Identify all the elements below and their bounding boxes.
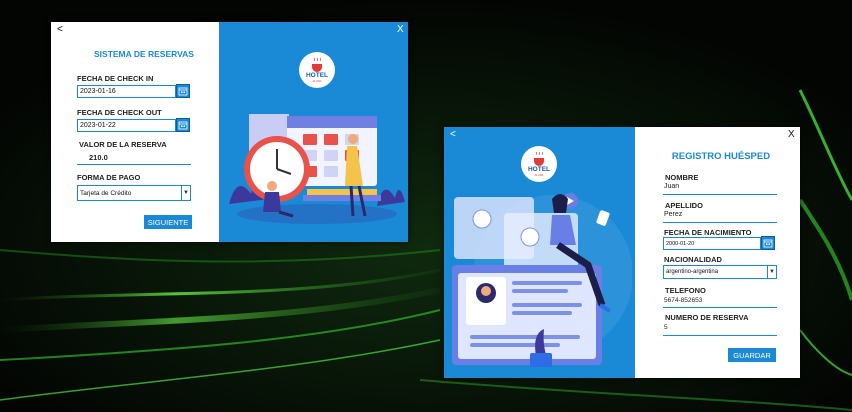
svg-text:ALURA: ALURA [535,173,544,177]
back-button[interactable]: < [57,25,63,35]
pago-label: FORMA DE PAGO [77,173,141,182]
hotel-logo-icon: HOTEL ALURA [299,52,335,88]
nombre-value[interactable]: Juan [664,183,679,190]
valor-underline [77,164,191,165]
nombre-label: NOMBRE [665,173,699,182]
apellido-underline [663,222,777,223]
svg-text:ALURA: ALURA [313,79,322,83]
checkin-field[interactable]: 2023-01-16 [77,85,176,98]
checkout-label: FECHA DE CHECK OUT [77,108,162,117]
nacimiento-label: FECHA DE NACIMIENTO [664,228,752,237]
calendar-icon [178,121,188,130]
clock-calendar-illustration [229,114,405,224]
nombre-underline [663,194,777,195]
calendar-icon [178,87,188,96]
logo-text: HOTEL [528,166,550,173]
hotel-logo-icon: HOTEL ALURA [521,146,557,182]
dropdown-arrow-icon[interactable]: ▼ [181,186,190,200]
valor-label: VALOR DE LA RESERVA [79,140,167,149]
nacimiento-calendar-button[interactable] [761,236,775,250]
checkin-calendar-button[interactable] [176,84,190,98]
save-button[interactable]: GUARDAR [728,348,776,362]
next-button[interactable]: SIGUIENTE [144,215,192,229]
telefono-underline [663,307,777,308]
checkin-label: FECHA DE CHECK IN [77,74,154,83]
logo-text: HOTEL [306,72,328,79]
back-button[interactable]: < [450,130,456,140]
profile-cards-illustration [452,193,632,367]
dropdown-arrow-icon[interactable]: ▼ [767,266,776,278]
nacionalidad-select[interactable]: argentino-argentina ▼ [663,265,777,279]
page-title: SISTEMA DE RESERVAS [94,49,194,59]
telefono-value[interactable]: 5674-852653 [664,297,702,304]
page-title: REGISTRO HUÉSPED [671,151,771,162]
reservas-window: < SISTEMA DE RESERVAS FECHA DE CHECK IN … [51,22,408,242]
reserva-label: NUMERO DE RESERVA [665,313,749,322]
reserva-value[interactable]: 5 [664,324,668,331]
nacionalidad-label: NACIONALIDAD [664,255,722,264]
apellido-value[interactable]: Perez [664,211,682,218]
telefono-label: TELEFONO [665,286,706,295]
valor-value: 210.0 [89,153,108,162]
reserva-underline [663,335,777,336]
apellido-label: APELLIDO [665,201,703,210]
nacimiento-field[interactable]: 2000-01-20 [663,237,761,250]
nacionalidad-select-value: argentino-argentina [666,269,719,275]
huesped-window: < X HOTEL ALURA REGISTRO HUÉSPED NOMBRE … [444,127,800,378]
calendar-icon [763,239,773,248]
pago-select[interactable]: Tarjeta de Crédito ▼ [77,185,191,201]
checkout-calendar-button[interactable] [176,118,190,132]
close-button[interactable]: X [788,130,795,140]
checkout-field[interactable]: 2023-01-22 [77,119,176,132]
close-button[interactable]: X [397,25,404,35]
pago-select-value: Tarjeta de Crédito [80,189,132,197]
